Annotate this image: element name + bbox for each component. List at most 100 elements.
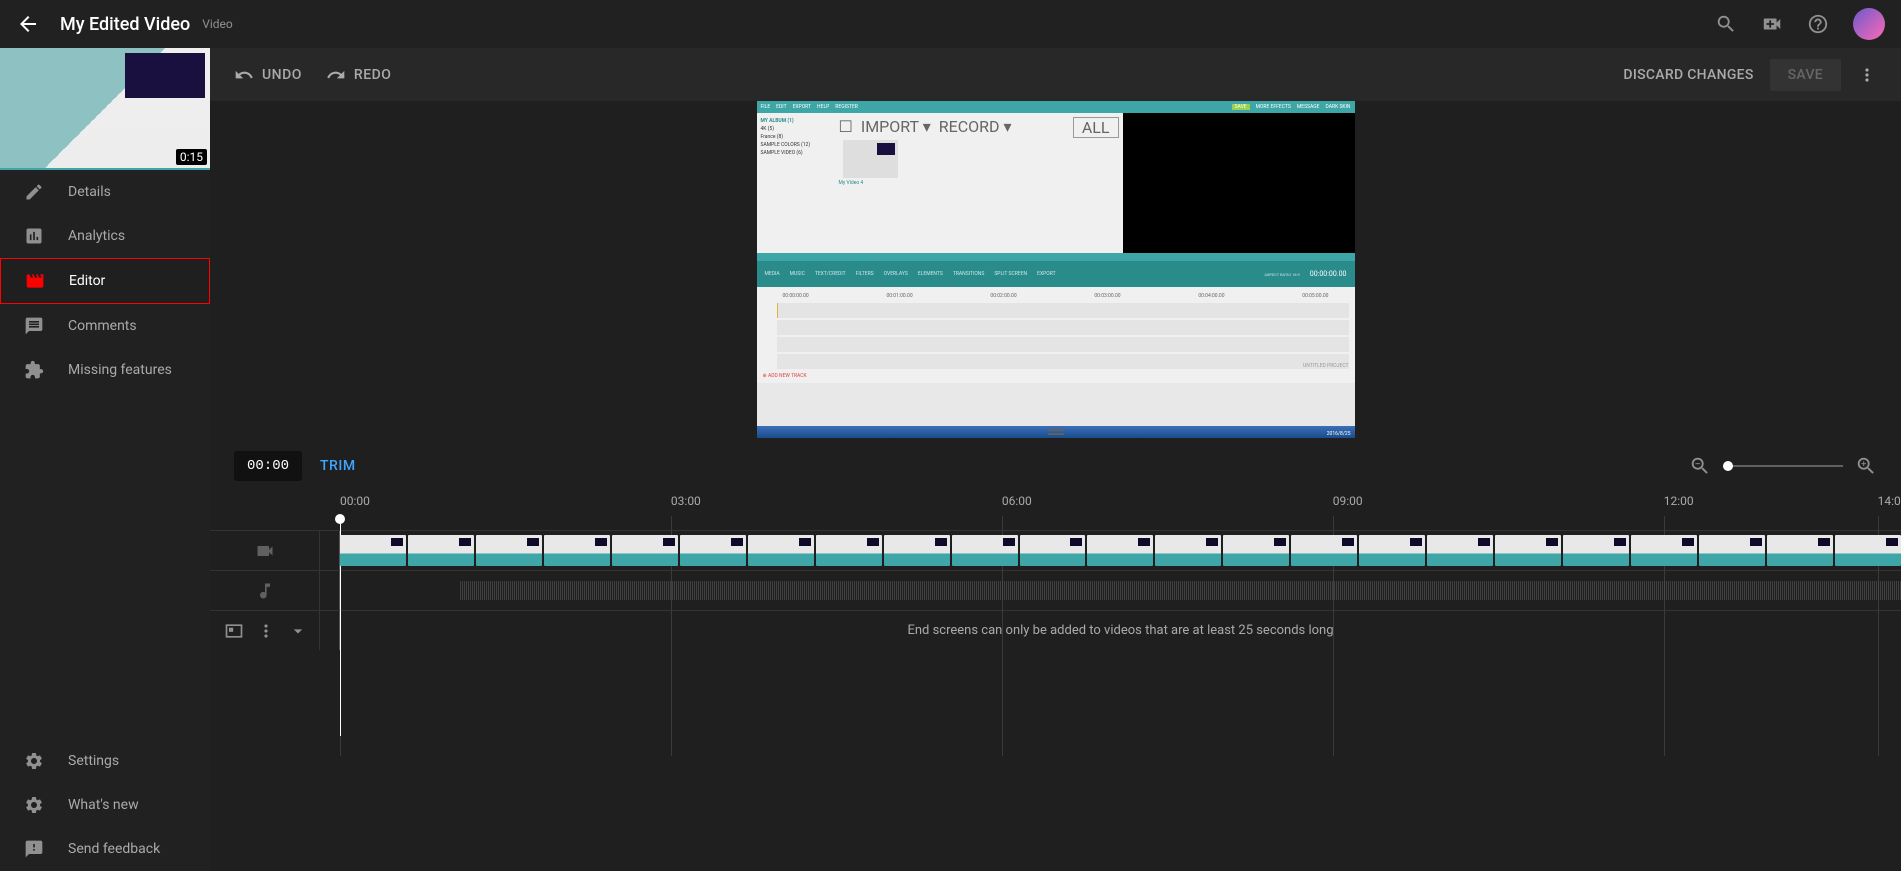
playhead-time-input[interactable]: 00:00 <box>234 451 302 481</box>
video-track-icon <box>255 541 275 561</box>
discard-changes-button[interactable]: DISCARD CHANGES <box>1623 67 1753 83</box>
pencil-icon <box>24 182 44 202</box>
pv-menu: HELP <box>817 104 829 110</box>
video-preview[interactable]: FILE EDIT EXPORT HELP REGISTER SAVE MORE… <box>757 101 1355 438</box>
video-track[interactable] <box>210 530 1901 570</box>
pv-tab: OVERLAYS <box>884 271 908 277</box>
pv-side: SAMPLE COLORS (12) <box>761 141 831 149</box>
pv-add-track: ADD NEW TRACK <box>768 373 807 379</box>
endscreen-message: End screens can only be added to videos … <box>907 623 1333 638</box>
ruler-tick: 12:00 <box>1664 494 1694 508</box>
pv-tab: MUSIC <box>790 271 805 277</box>
resize-handle[interactable] <box>1044 422 1068 450</box>
analytics-icon <box>24 226 44 246</box>
undo-label: UNDO <box>262 67 302 83</box>
pv-side: MY ALBUM (1) <box>761 117 831 125</box>
pv-tab: TEXT/CREDIT <box>815 271 846 277</box>
sidebar-item-settings[interactable]: Settings <box>0 739 210 783</box>
pv-btn: IMPORT ▾ <box>861 117 931 138</box>
ruler-tick: 03:00 <box>671 494 701 508</box>
avatar[interactable] <box>1853 8 1885 40</box>
pv-ratio: ASPECT RATIO 16:9 <box>1264 272 1299 277</box>
video-thumbnail[interactable]: 0:15 <box>0 48 210 170</box>
zoom-slider[interactable] <box>1723 465 1843 467</box>
pv-tab: MEDIA <box>765 271 780 277</box>
top-bar: My Edited Video Video <box>0 0 1901 48</box>
drag-handle-icon <box>1044 422 1068 446</box>
pv-tick: 00:04:00.00 <box>1198 293 1224 299</box>
playhead[interactable] <box>340 514 345 524</box>
sidebar-item-editor[interactable]: Editor <box>0 258 210 304</box>
pv-side: France (8) <box>761 133 831 141</box>
back-arrow-icon[interactable] <box>16 12 40 36</box>
audio-track[interactable] <box>210 570 1901 610</box>
comments-icon <box>24 316 44 336</box>
feedback-icon <box>24 839 44 859</box>
ruler-tick: 14:08 <box>1878 494 1901 508</box>
zoom-out-icon[interactable] <box>1689 455 1711 477</box>
redo-label: REDO <box>354 67 392 83</box>
audio-waveform <box>460 581 1901 600</box>
puzzle-icon <box>24 360 44 380</box>
endscreen-icon <box>224 621 244 641</box>
save-button[interactable]: SAVE <box>1770 59 1841 91</box>
pv-dropdown: ALL <box>1073 117 1119 138</box>
sidebar-item-comments[interactable]: Comments <box>0 304 210 348</box>
undo-icon <box>234 65 254 85</box>
redo-icon <box>326 65 346 85</box>
search-icon[interactable] <box>1715 13 1737 35</box>
endscreen-track[interactable]: End screens can only be added to videos … <box>210 610 1901 650</box>
sidebar-item-missing-features[interactable]: Missing features <box>0 348 210 392</box>
pv-link: MESSAGE <box>1297 104 1320 110</box>
duration-badge: 0:15 <box>176 149 207 165</box>
pv-tab: EXPORT <box>1037 271 1055 277</box>
page-title: My Edited Video <box>60 14 190 35</box>
sidebar-item-whats-new[interactable]: What's new <box>0 783 210 827</box>
pv-project: UNTITLED PROJECT <box>1303 363 1349 369</box>
trim-button[interactable]: TRIM <box>320 458 356 474</box>
page-subtitle: Video <box>202 17 233 31</box>
sidebar-item-details[interactable]: Details <box>0 170 210 214</box>
more-vert-icon[interactable] <box>256 621 276 641</box>
more-options-icon[interactable] <box>1857 65 1877 85</box>
pv-side: 4K (5) <box>761 125 831 133</box>
sidebar-item-label: Details <box>68 184 111 200</box>
top-right-actions <box>1715 8 1885 40</box>
sparkle-icon <box>24 795 44 815</box>
sidebar-item-label: Send feedback <box>68 841 160 857</box>
pv-tab: FILTERS <box>856 271 874 277</box>
editor-toolbar: UNDO REDO DISCARD CHANGES SAVE <box>210 48 1901 101</box>
undo-button[interactable]: UNDO <box>234 65 302 85</box>
video-clip[interactable] <box>340 535 1901 566</box>
sidebar-item-analytics[interactable]: Analytics <box>0 214 210 258</box>
chevron-down-icon[interactable] <box>288 621 308 641</box>
help-icon[interactable] <box>1807 13 1829 35</box>
sidebar-item-label: Editor <box>69 273 105 289</box>
pv-tab: ELEMENTS <box>918 271 943 277</box>
ruler-tick: 00:00 <box>340 494 370 508</box>
preview-area: FILE EDIT EXPORT HELP REGISTER SAVE MORE… <box>210 101 1901 438</box>
zoom-in-icon[interactable] <box>1855 455 1877 477</box>
pv-side: SAMPLE VIDEO (6) <box>761 149 831 157</box>
main-area: UNDO REDO DISCARD CHANGES SAVE FILE EDIT… <box>210 48 1901 871</box>
editor-icon <box>25 271 45 291</box>
sidebar-item-send-feedback[interactable]: Send feedback <box>0 827 210 871</box>
pv-tick: 00:03:00.00 <box>1094 293 1120 299</box>
music-note-icon <box>255 581 275 601</box>
timeline-ruler[interactable]: 00:00 03:00 06:00 09:00 12:00 14:08 <box>210 494 1901 530</box>
sidebar-item-label: Missing features <box>68 362 172 378</box>
redo-button[interactable]: REDO <box>326 65 392 85</box>
pv-link: DARK SKIN <box>1326 104 1351 110</box>
pv-menu: EXPORT <box>793 104 811 110</box>
create-video-icon[interactable] <box>1761 13 1783 35</box>
pv-player <box>1123 113 1355 253</box>
pv-tab: TRANSITIONS <box>953 271 984 277</box>
pv-tick: 00:01:00.00 <box>886 293 912 299</box>
ruler-tick: 09:00 <box>1333 494 1363 508</box>
sidebar-item-label: Settings <box>68 753 119 769</box>
sidebar-item-label: What's new <box>68 797 139 813</box>
pv-tick: 00:05:00.00 <box>1302 293 1328 299</box>
gear-icon <box>24 751 44 771</box>
pv-clip-thumb <box>843 140 898 178</box>
pv-timecode: 00:00:00.00 <box>1310 270 1347 278</box>
